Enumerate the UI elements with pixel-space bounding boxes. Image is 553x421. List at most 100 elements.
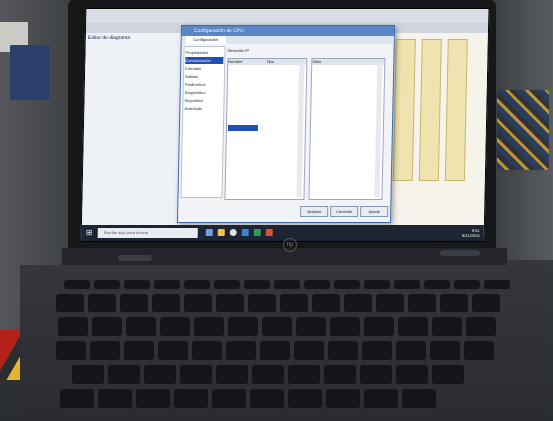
- keyboard-key[interactable]: [454, 280, 480, 290]
- keyboard-key[interactable]: [466, 317, 496, 337]
- keyboard-key[interactable]: [60, 389, 94, 409]
- keyboard-key[interactable]: [324, 365, 356, 385]
- help-button[interactable]: Ayuda: [360, 206, 389, 217]
- keyboard-key[interactable]: [144, 365, 176, 385]
- edge-icon[interactable]: [241, 229, 249, 236]
- keyboard-key[interactable]: [90, 341, 120, 361]
- keyboard-key[interactable]: [120, 294, 148, 313]
- keyboard-key[interactable]: [180, 365, 212, 385]
- keyboard-key[interactable]: [158, 341, 188, 361]
- keyboard-key[interactable]: [398, 317, 428, 337]
- keyboard-key[interactable]: [160, 317, 190, 337]
- keyboard-key[interactable]: [360, 365, 392, 385]
- keyboard-key[interactable]: [432, 365, 464, 385]
- keyboard-key[interactable]: [280, 294, 308, 313]
- keyboard-key[interactable]: [88, 294, 116, 313]
- grid-header[interactable]: Valor: [312, 59, 385, 65]
- keyboard-key[interactable]: [294, 341, 324, 361]
- keyboard-key[interactable]: [98, 389, 132, 409]
- keyboard-key[interactable]: [244, 280, 270, 290]
- keyboard-key[interactable]: [326, 389, 360, 409]
- keyboard-key[interactable]: [362, 341, 392, 361]
- keyboard-key[interactable]: [136, 389, 170, 409]
- keyboard-key[interactable]: [260, 341, 290, 361]
- task-view-icon[interactable]: [205, 229, 213, 236]
- keyboard-key[interactable]: [330, 317, 360, 337]
- keyboard-key[interactable]: [274, 280, 300, 290]
- keyboard-key[interactable]: [288, 389, 322, 409]
- nav-item-selected[interactable]: Comunicación: [185, 57, 224, 64]
- keyboard-key[interactable]: [312, 294, 340, 313]
- keyboard-key[interactable]: [58, 317, 88, 337]
- keyboard-key[interactable]: [226, 341, 256, 361]
- keyboard-key[interactable]: [464, 341, 494, 361]
- grid-header[interactable]: Nombre: [228, 59, 267, 65]
- keyboard-key[interactable]: [152, 294, 180, 313]
- keyboard-key[interactable]: [396, 365, 428, 385]
- keyboard-key[interactable]: [364, 389, 398, 409]
- keyboard-key[interactable]: [396, 341, 426, 361]
- keyboard-key[interactable]: [184, 294, 212, 313]
- keyboard-key[interactable]: [212, 389, 246, 409]
- grid-row-selected[interactable]: [227, 125, 258, 131]
- keyboard-key[interactable]: [262, 317, 292, 337]
- grid-left[interactable]: Nombre Tipo: [224, 58, 308, 200]
- keyboard-key[interactable]: [408, 294, 436, 313]
- ok-button[interactable]: Aceptar: [300, 206, 329, 217]
- nav-item[interactable]: Avanzado: [184, 105, 222, 112]
- keyboard-key[interactable]: [432, 317, 462, 337]
- keyboard-key[interactable]: [484, 280, 510, 290]
- keyboard-key[interactable]: [250, 389, 284, 409]
- keyboard-key[interactable]: [56, 294, 84, 313]
- windows-start-icon[interactable]: ⊞: [86, 228, 94, 237]
- keyboard-key[interactable]: [184, 280, 210, 290]
- cancel-button[interactable]: Cancelar: [330, 206, 359, 217]
- keyboard-key[interactable]: [194, 317, 224, 337]
- keyboard-key[interactable]: [154, 280, 180, 290]
- keyboard-key[interactable]: [214, 280, 240, 290]
- keyboard-key[interactable]: [124, 280, 150, 290]
- keyboard-key[interactable]: [440, 294, 468, 313]
- nav-item[interactable]: Parámetros: [185, 81, 223, 88]
- keyboard-key[interactable]: [364, 280, 390, 290]
- app-icon[interactable]: [253, 229, 261, 236]
- keyboard-key[interactable]: [402, 389, 436, 409]
- keyboard-key[interactable]: [64, 280, 90, 290]
- keyboard-key[interactable]: [126, 317, 156, 337]
- grid-right[interactable]: Valor: [308, 58, 386, 200]
- nav-item[interactable]: Propiedades: [185, 49, 223, 56]
- keyboard-key[interactable]: [94, 280, 120, 290]
- keyboard-key[interactable]: [328, 341, 358, 361]
- nav-item[interactable]: Entradas: [185, 65, 223, 72]
- browser-icon[interactable]: [229, 229, 237, 236]
- app-icon[interactable]: [265, 229, 273, 236]
- keyboard-key[interactable]: [216, 365, 248, 385]
- keyboard-key[interactable]: [216, 294, 244, 313]
- keyboard-key[interactable]: [334, 280, 360, 290]
- keyboard-key[interactable]: [364, 317, 394, 337]
- keyboard-key[interactable]: [430, 341, 460, 361]
- keyboard-key[interactable]: [344, 294, 372, 313]
- keyboard-key[interactable]: [92, 317, 122, 337]
- keyboard-key[interactable]: [424, 280, 450, 290]
- keyboard-key[interactable]: [192, 341, 222, 361]
- taskbar-clock[interactable]: 9:51 8/11/2024: [442, 228, 480, 238]
- nav-item[interactable]: Salidas: [185, 73, 223, 80]
- keyboard-key[interactable]: [288, 365, 320, 385]
- keyboard-key[interactable]: [108, 365, 140, 385]
- keyboard-key[interactable]: [228, 317, 258, 337]
- keyboard-key[interactable]: [394, 280, 420, 290]
- keyboard-key[interactable]: [376, 294, 404, 313]
- keyboard-key[interactable]: [174, 389, 208, 409]
- nav-item[interactable]: Seguridad: [184, 97, 222, 104]
- keyboard-key[interactable]: [72, 365, 104, 385]
- tab-configuracion[interactable]: Configuración: [185, 36, 226, 44]
- keyboard-key[interactable]: [472, 294, 500, 313]
- keyboard-key[interactable]: [248, 294, 276, 313]
- nav-item[interactable]: Diagnóstico: [185, 89, 223, 96]
- taskbar-search-input[interactable]: Escribe aquí para buscar: [97, 228, 198, 238]
- keyboard-key[interactable]: [304, 280, 330, 290]
- keyboard-key[interactable]: [296, 317, 326, 337]
- keyboard-key[interactable]: [252, 365, 284, 385]
- keyboard-key[interactable]: [124, 341, 154, 361]
